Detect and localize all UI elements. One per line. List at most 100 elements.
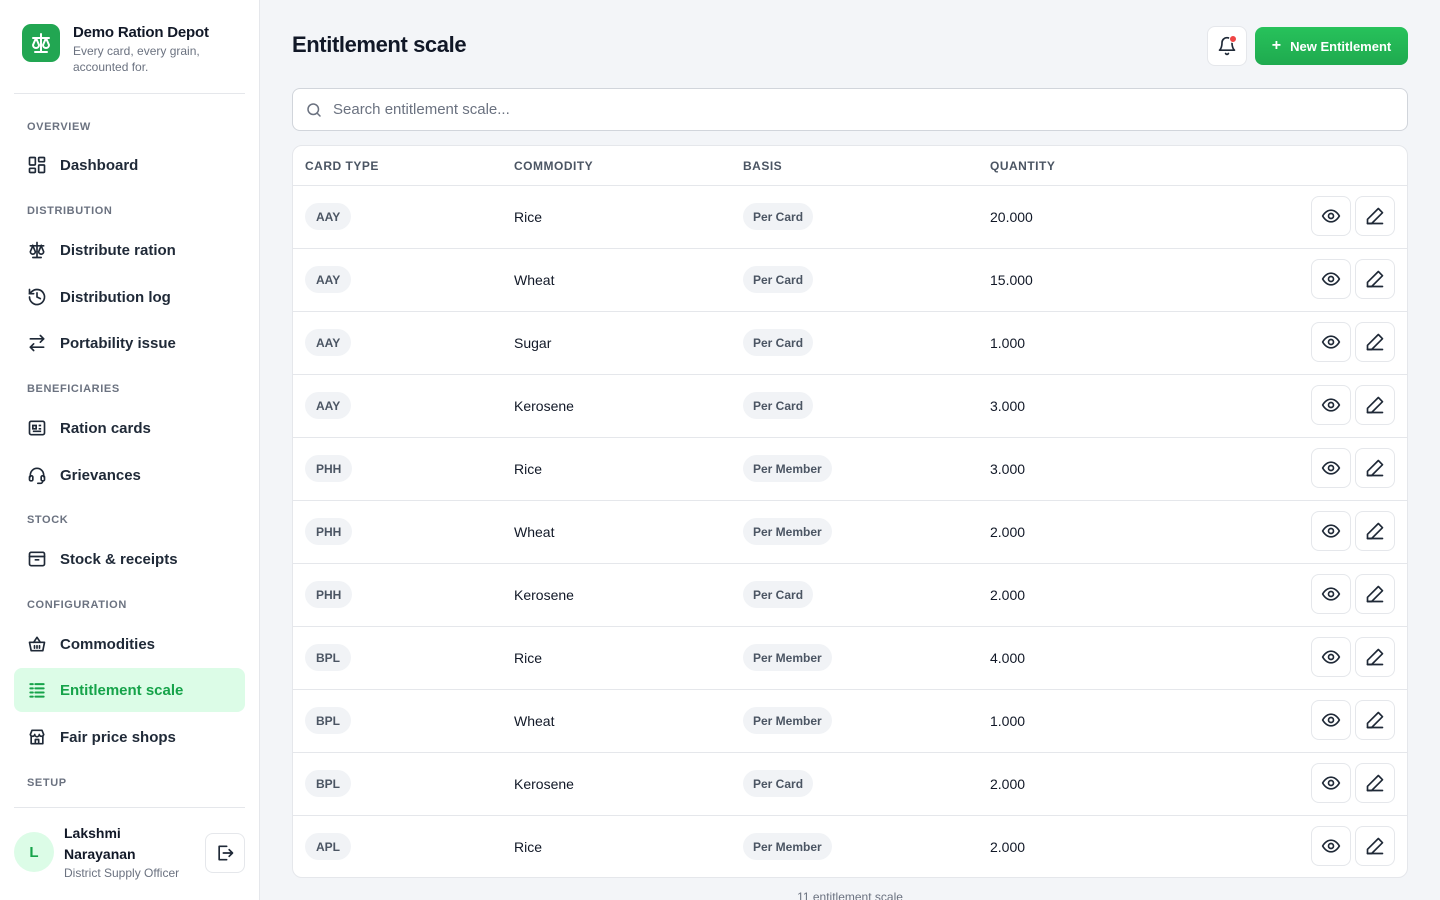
view-button[interactable] (1311, 574, 1351, 614)
quantity-cell: 1.000 (990, 335, 1026, 351)
edit-icon (1366, 837, 1384, 855)
edit-button[interactable] (1355, 826, 1395, 866)
sidebar-item-label: Fair price shops (60, 728, 176, 746)
eye-icon (1321, 587, 1341, 601)
search-input[interactable] (333, 101, 1333, 118)
table-row: BPL Kerosene Per Card 2.000 (293, 753, 1407, 816)
sidebar-item-label: Portability issue (60, 334, 176, 352)
view-button[interactable] (1311, 259, 1351, 299)
basis-badge: Per Card (743, 266, 814, 293)
sidebar-item-label: Dashboard (60, 156, 139, 174)
archive-icon (28, 551, 46, 567)
edit-button[interactable] (1355, 385, 1395, 425)
card-type-badge: BPL (305, 644, 351, 671)
sidebar-item-label: Commodities (60, 635, 156, 653)
edit-icon (1366, 396, 1384, 414)
view-button[interactable] (1311, 511, 1351, 551)
sidebar-item-commodities[interactable]: Commodities (14, 622, 245, 666)
notifications-button[interactable] (1207, 26, 1247, 66)
card-type-badge: AAY (305, 329, 352, 356)
view-button[interactable] (1311, 700, 1351, 740)
card-type-badge: PHH (305, 581, 353, 608)
page-title: Entitlement scale (292, 32, 467, 57)
sidebar-item-label: Distribution log (60, 288, 171, 306)
commodity-cell: Wheat (514, 524, 555, 540)
view-button[interactable] (1311, 448, 1351, 488)
sidebar-item-portability-issue[interactable]: Portability issue (14, 321, 245, 365)
notification-dot (1229, 35, 1237, 43)
user-role: District Supply Officer (64, 866, 180, 880)
edit-icon (1366, 207, 1384, 225)
sidebar-item-distribute-ration[interactable]: Distribute ration (14, 228, 245, 272)
edit-icon (1366, 774, 1384, 792)
view-button[interactable] (1311, 196, 1351, 236)
view-button[interactable] (1311, 637, 1351, 677)
commodity-cell: Wheat (514, 713, 555, 729)
list-icon (29, 683, 45, 698)
eye-icon (1321, 461, 1341, 475)
view-button[interactable] (1311, 826, 1351, 866)
new-entitlement-label: New Entitlement (1290, 38, 1392, 54)
commodity-cell: Rice (514, 839, 543, 855)
quantity-cell: 1.000 (990, 713, 1026, 729)
eye-icon (1321, 713, 1341, 727)
brand-name: Demo Ration Depot (73, 24, 209, 41)
eye-icon (1321, 209, 1341, 223)
nav-section-overview: OVERVIEW (27, 121, 91, 133)
edit-button[interactable] (1355, 574, 1395, 614)
logout-button[interactable] (205, 833, 245, 873)
edit-button[interactable] (1355, 448, 1395, 488)
table-row: PHH Wheat Per Member 2.000 (293, 501, 1407, 564)
eye-icon (1321, 398, 1341, 412)
view-button[interactable] (1311, 763, 1351, 803)
sidebar-item-dashboard[interactable]: Dashboard (14, 143, 245, 187)
quantity-cell: 20.000 (990, 209, 1033, 225)
edit-button[interactable] (1355, 637, 1395, 677)
table-row: AAY Kerosene Per Card 3.000 (293, 375, 1407, 438)
sidebar-item-ration-cards[interactable]: Ration cards (14, 406, 245, 450)
basket-icon (28, 636, 46, 652)
sidebar-item-distribution-log[interactable]: Distribution log (14, 275, 245, 319)
search-bar (292, 88, 1408, 131)
new-entitlement-button[interactable]: + New Entitlement (1255, 27, 1408, 65)
basis-badge: Per Card (743, 203, 814, 230)
edit-button[interactable] (1355, 322, 1395, 362)
sidebar-item-entitlement-scale[interactable]: Entitlement scale (14, 668, 245, 712)
sidebar-item-fair-price-shops[interactable]: Fair price shops (14, 715, 245, 759)
sidebar-item-grievances[interactable]: Grievances (14, 453, 245, 497)
edit-button[interactable] (1355, 196, 1395, 236)
eye-icon (1321, 650, 1341, 664)
table-row: PHH Rice Per Member 3.000 (293, 438, 1407, 501)
quantity-cell: 4.000 (990, 650, 1026, 666)
basis-badge: Per Card (743, 581, 814, 608)
edit-button[interactable] (1355, 763, 1395, 803)
commodity-cell: Rice (514, 650, 543, 666)
card-type-badge: AAY (305, 392, 352, 419)
sidebar-item-label: Grievances (60, 466, 141, 484)
eye-icon (1321, 272, 1341, 286)
avatar: L (14, 832, 54, 872)
swap-icon (29, 334, 45, 352)
edit-button[interactable] (1355, 511, 1395, 551)
sidebar-item-label: Stock & receipts (60, 550, 178, 568)
commodity-cell: Kerosene (514, 587, 574, 603)
sidebar-item-label: Entitlement scale (60, 681, 184, 699)
entitlement-table: CARD TYPE COMMODITY BASIS QUANTITY AAY Ri… (292, 145, 1408, 878)
table-row: BPL Rice Per Member 4.000 (293, 627, 1407, 690)
history-icon (28, 288, 46, 306)
scale-icon (29, 241, 45, 259)
card-type-badge: AAY (305, 266, 352, 293)
sidebar-item-stock-receipts[interactable]: Stock & receipts (14, 537, 245, 581)
edit-icon (1366, 648, 1384, 666)
headset-icon (28, 467, 46, 485)
view-button[interactable] (1311, 322, 1351, 362)
column-header-quantity: QUANTITY (990, 159, 1056, 173)
quantity-cell: 2.000 (990, 587, 1026, 603)
edit-button[interactable] (1355, 700, 1395, 740)
sidebar-item-label: Ration cards (60, 419, 151, 437)
user-name: Lakshmi Narayanan (64, 825, 136, 862)
edit-button[interactable] (1355, 259, 1395, 299)
edit-icon (1366, 270, 1384, 288)
brand-tagline: Every card, every grain, accounted for. (73, 44, 200, 74)
view-button[interactable] (1311, 385, 1351, 425)
